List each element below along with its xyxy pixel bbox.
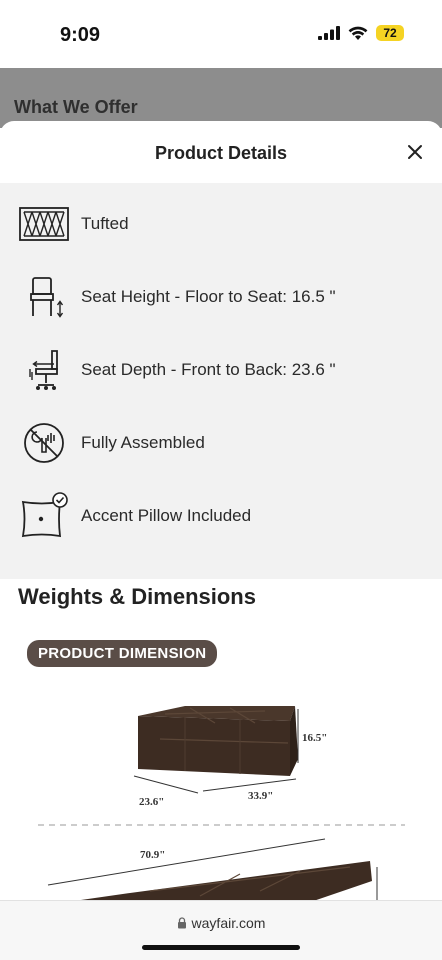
dimension-width-label: 33.9" (248, 790, 273, 802)
tufted-icon (18, 200, 70, 248)
signal-icon (318, 26, 340, 40)
seat-height-icon (18, 273, 70, 321)
detail-item-accent-pillow: Accent Pillow Included (0, 479, 442, 552)
background-heading: What We Offer (14, 97, 138, 117)
dimension-depth-label: 23.6" (139, 796, 164, 808)
browser-url-bar[interactable]: wayfair.com (0, 900, 442, 960)
close-icon[interactable] (404, 141, 426, 163)
dimension-height-label: 16.5" (302, 732, 327, 744)
url-display[interactable]: wayfair.com (0, 915, 442, 931)
detail-item-seat-height: Seat Height - Floor to Seat: 16.5 " (0, 260, 442, 333)
detail-item-tufted: Tufted (0, 187, 442, 260)
detail-label: Accent Pillow Included (81, 505, 252, 525)
detail-item-seat-depth: Seat Depth - Front to Back: 23.6 " (0, 333, 442, 406)
background-page: What We Offer (0, 68, 442, 128)
sheet-title: Product Details (154, 143, 288, 163)
weights-dimensions-heading: Weights & Dimensions (18, 584, 256, 609)
sheet-header: Product Details (0, 121, 442, 183)
product-dimension-badge: PRODUCT DIMENSION (27, 640, 218, 667)
battery-icon: 72 (376, 25, 404, 41)
accent-pillow-icon (18, 491, 70, 540)
fully-assembled-icon (18, 419, 70, 467)
status-icons: 72 (318, 25, 404, 41)
status-time: 9:09 (60, 24, 101, 46)
detail-label: Fully Assembled (81, 432, 205, 452)
url-text: wayfair.com (191, 915, 266, 931)
status-bar: 9:09 72 (0, 0, 442, 68)
seat-depth-icon (18, 346, 70, 394)
lock-icon (177, 917, 186, 929)
wifi-icon (348, 26, 368, 40)
details-list: Tufted Seat Height - Floor to Seat: 16.5… (0, 183, 442, 579)
dimension-length-label: 70.9" (140, 849, 165, 861)
detail-label: Seat Depth - Front to Back: 23.6 " (81, 359, 336, 379)
product-dimension-image[interactable]: 16.5" 33.9" 23.6" 70.9" (0, 681, 442, 921)
detail-label: Tufted (81, 213, 129, 233)
ottoman-illustration (138, 706, 298, 776)
product-details-sheet: Product Details Tufted Seat Height - Flo… (0, 121, 442, 921)
detail-item-fully-assembled: Fully Assembled (0, 406, 442, 479)
home-indicator[interactable] (142, 945, 300, 950)
detail-label: Seat Height - Floor to Seat: 16.5 " (81, 286, 336, 306)
